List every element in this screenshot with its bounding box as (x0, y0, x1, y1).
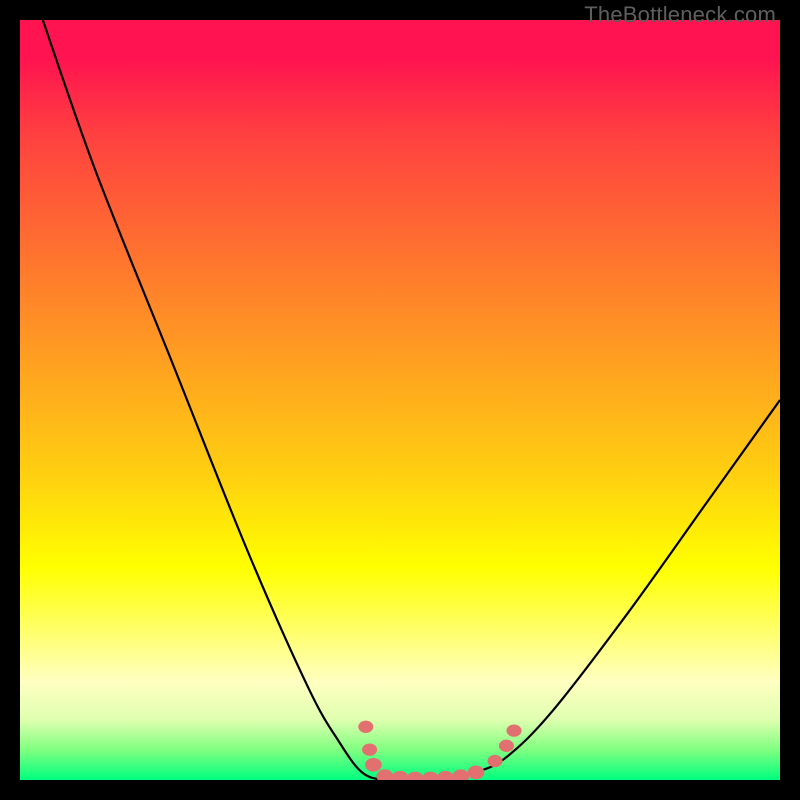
watermark-text: TheBottleneck.com (584, 2, 776, 28)
chart-plot-area (20, 20, 780, 780)
